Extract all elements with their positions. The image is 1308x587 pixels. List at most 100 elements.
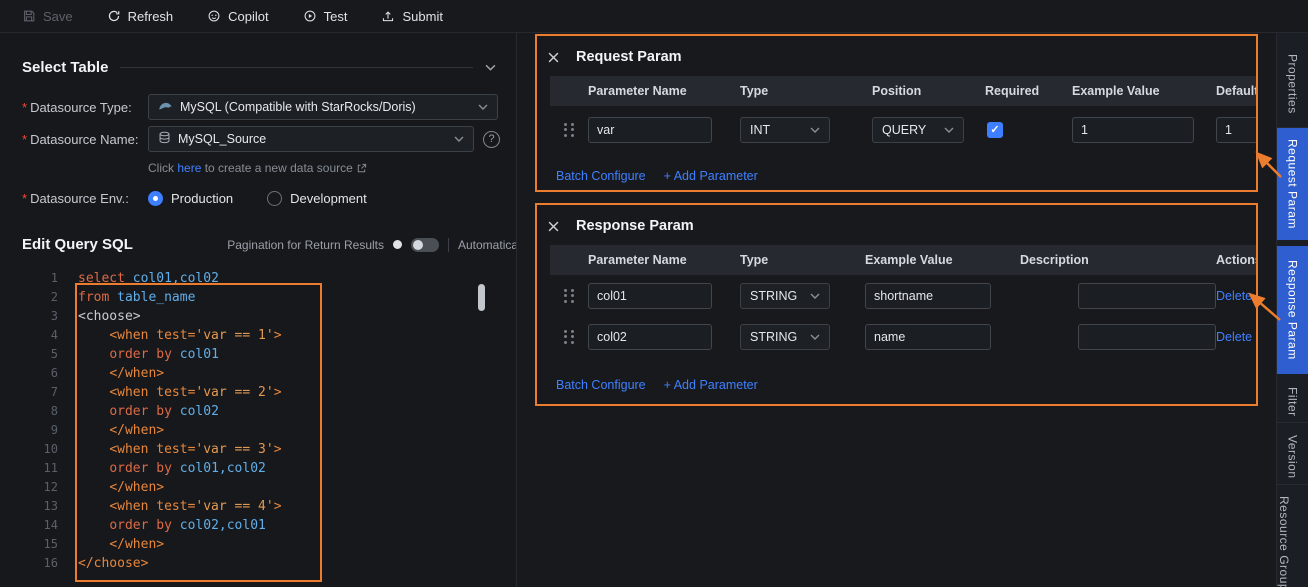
select-table-title: Select Table xyxy=(22,59,108,76)
tab-request-param[interactable]: Request Param xyxy=(1277,128,1308,240)
request-param-table: Parameter Name Type Position Required Ex… xyxy=(550,76,1256,153)
col-description: Description xyxy=(1020,253,1216,267)
create-datasource-link[interactable]: here xyxy=(177,161,201,175)
database-icon xyxy=(158,131,171,147)
code-line: 12 </when> xyxy=(0,478,516,497)
response-param-title: Response Param xyxy=(576,218,694,234)
code-line: 16</choose> xyxy=(0,554,516,573)
chevron-down-icon xyxy=(810,334,820,340)
save-button[interactable]: Save xyxy=(22,9,73,24)
datasource-type-value: MySQL (Compatible with StarRocks/Doris) xyxy=(180,100,416,114)
main-area: Select Table *Datasource Type: MySQL (Co… xyxy=(0,33,1308,587)
tab-resource-group[interactable]: Resource Group xyxy=(1277,491,1308,587)
param-name-input[interactable] xyxy=(588,283,712,309)
drag-handle-icon[interactable] xyxy=(564,123,574,137)
save-label: Save xyxy=(43,9,73,24)
response-table-header: Parameter Name Type Example Value Descri… xyxy=(550,245,1256,275)
col-type: Type xyxy=(740,84,872,98)
description-input[interactable] xyxy=(1078,283,1216,309)
select-table-header[interactable]: Select Table xyxy=(22,59,496,76)
code-line: 7 <when test='var == 2'> xyxy=(0,383,516,402)
close-icon[interactable] xyxy=(548,52,559,63)
datasource-env-label: *Datasource Env.: xyxy=(22,191,148,206)
datasource-type-label: *Datasource Type: xyxy=(22,100,148,115)
close-icon[interactable] xyxy=(548,221,559,232)
tab-version[interactable]: Version xyxy=(1277,429,1308,485)
col-position: Position xyxy=(872,84,985,98)
drag-handle-icon[interactable] xyxy=(564,289,574,303)
test-button[interactable]: Test xyxy=(303,9,348,24)
sql-editor-header: Edit Query SQL Pagination for Return Res… xyxy=(22,236,516,253)
editor-scrollbar[interactable] xyxy=(478,284,485,311)
datasource-name-select[interactable]: MySQL_Source xyxy=(148,126,474,152)
code-line: 1select col01,col02 xyxy=(0,269,516,288)
pagination-label: Pagination for Return Results xyxy=(227,238,384,252)
chevron-down-icon xyxy=(810,127,820,133)
param-type-select[interactable]: STRING xyxy=(740,324,830,350)
tab-response-param[interactable]: Response Param xyxy=(1277,246,1308,374)
radio-production[interactable]: Production xyxy=(148,191,233,206)
delete-link[interactable]: Delete xyxy=(1216,289,1252,303)
code-line: 11 order by col01,col02 xyxy=(0,459,516,478)
submit-label: Submit xyxy=(402,9,442,24)
request-param-row: INT QUERY xyxy=(550,106,1256,153)
param-position-select[interactable]: QUERY xyxy=(872,117,964,143)
batch-configure-link[interactable]: Batch Configure xyxy=(556,169,646,183)
edit-query-sql-title: Edit Query SQL xyxy=(22,236,133,253)
response-param-row: STRING Delete xyxy=(550,275,1256,316)
example-value-input[interactable] xyxy=(865,283,991,309)
test-label: Test xyxy=(324,9,348,24)
automatically-label: Automatically xyxy=(458,238,516,252)
save-icon xyxy=(22,9,36,23)
required-marker: * xyxy=(22,100,27,115)
required-checkbox[interactable] xyxy=(987,122,1003,138)
default-value-input[interactable] xyxy=(1216,117,1256,143)
datasource-type-select[interactable]: MySQL (Compatible with StarRocks/Doris) xyxy=(148,94,498,120)
divider xyxy=(120,67,473,68)
delete-link[interactable]: Delete xyxy=(1216,330,1252,344)
description-input[interactable] xyxy=(1078,324,1216,350)
sql-editor[interactable]: 1select col01,col022from table_name3<cho… xyxy=(0,269,516,573)
code-line: 4 <when test='var == 1'> xyxy=(0,326,516,345)
radio-development[interactable]: Development xyxy=(267,191,367,206)
submit-button[interactable]: Submit xyxy=(381,9,442,24)
param-type-select[interactable]: INT xyxy=(740,117,830,143)
code-line: 5 order by col01 xyxy=(0,345,516,364)
add-parameter-link[interactable]: + Add Parameter xyxy=(664,378,758,392)
code-line: 15 </when> xyxy=(0,535,516,554)
chevron-down-icon xyxy=(454,136,464,142)
drag-handle-icon[interactable] xyxy=(564,330,574,344)
col-example-value: Example Value xyxy=(865,253,1020,267)
batch-configure-link[interactable]: Batch Configure xyxy=(556,378,646,392)
code-line: 14 order by col02,col01 xyxy=(0,516,516,535)
col-type: Type xyxy=(740,253,865,267)
required-marker: * xyxy=(22,132,27,147)
param-type-select[interactable]: STRING xyxy=(740,283,830,309)
tab-properties[interactable]: Properties xyxy=(1277,40,1308,128)
chevron-down-icon[interactable] xyxy=(485,64,496,71)
right-tab-bar: Properties Request Param Response Param … xyxy=(1276,33,1308,587)
request-param-actions: Batch Configure + Add Parameter xyxy=(556,169,1256,183)
copilot-button[interactable]: Copilot xyxy=(207,9,268,24)
help-icon[interactable]: ? xyxy=(483,131,500,148)
left-panel: Select Table *Datasource Type: MySQL (Co… xyxy=(0,33,517,587)
test-icon xyxy=(303,9,317,23)
chevron-down-icon xyxy=(944,127,954,133)
code-line: 10 <when test='var == 3'> xyxy=(0,440,516,459)
tab-filter[interactable]: Filter xyxy=(1277,381,1308,423)
add-parameter-link[interactable]: + Add Parameter xyxy=(664,169,758,183)
refresh-icon xyxy=(107,9,121,23)
refresh-button[interactable]: Refresh xyxy=(107,9,174,24)
col-required: Required xyxy=(985,84,1072,98)
example-value-input[interactable] xyxy=(865,324,991,350)
col-parameter-name: Parameter Name xyxy=(588,84,740,98)
param-name-input[interactable] xyxy=(588,324,712,350)
pagination-toggle[interactable] xyxy=(411,238,439,252)
divider xyxy=(448,238,449,252)
response-param-row: STRING Delete xyxy=(550,316,1256,357)
response-param-table: Parameter Name Type Example Value Descri… xyxy=(550,245,1256,357)
param-name-input[interactable] xyxy=(588,117,712,143)
request-param-section: Request Param Parameter Name Type Positi… xyxy=(535,34,1258,192)
example-value-input[interactable] xyxy=(1072,117,1194,143)
radio-development-label: Development xyxy=(290,191,367,206)
